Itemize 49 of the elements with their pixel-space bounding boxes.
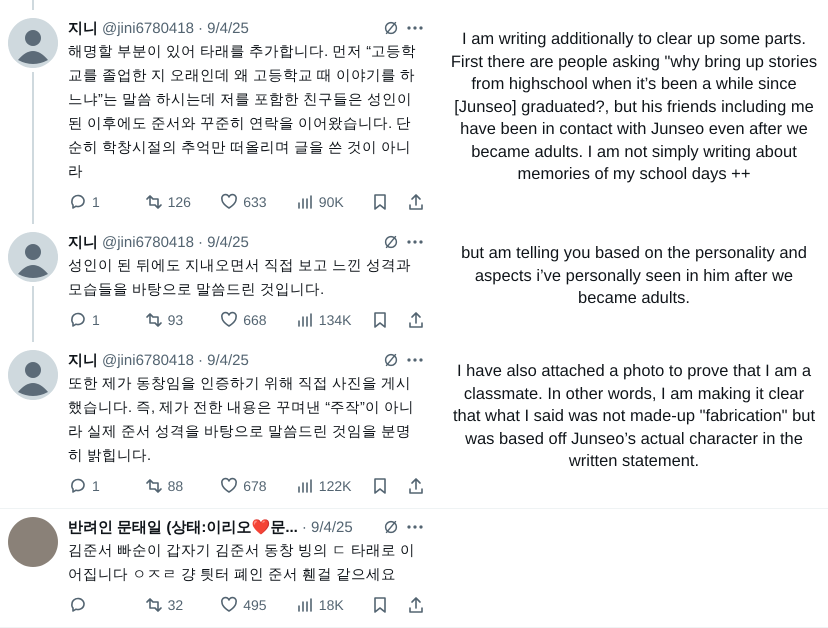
user-handle[interactable]: @jini6780418 xyxy=(102,234,194,250)
repost-icon[interactable] xyxy=(144,310,164,330)
like-count: 633 xyxy=(243,194,267,210)
view-count: 134K xyxy=(318,312,352,328)
avatar-photo-placeholder[interactable] xyxy=(8,517,58,567)
like-count: 668 xyxy=(243,312,267,328)
translation-text: I am writing additionally to clear up some parts. First there are people asking "why bring up stories from highschool when it’s been a while since [Junseo] graduated?, but his friends including me have been in contact with Junseo even after we became adults. I am not simply writing about memories of my school days ++ xyxy=(450,29,818,185)
heart-icon[interactable] xyxy=(219,595,240,615)
heart-icon[interactable] xyxy=(219,192,240,212)
post-text: 해명할 부분이 있어 타래를 추가합니다. 먼저 “고등학교를 졸업한 지 오래인데 왜 고등학교 때 이야기를 하느냐”는 말씀 하시는데 저를 포함한 친구들은 성인이 된 이후에도 준서와 꾸준히 연락을 이어왔습니다. 단순히 학창시절의 추억만 떠올리며 글을 쓴 것이 아니라 xyxy=(68,43,418,182)
like-count: 678 xyxy=(243,478,267,494)
user-name[interactable]: 지니 xyxy=(68,350,98,370)
repost-icon[interactable] xyxy=(144,476,164,496)
post-date: · 9/4/25 xyxy=(198,20,249,36)
post-text: 또한 제가 동창임을 인증하기 위해 직접 사진을 게시했습니다. 즉, 제가 전한 내용은 꾸며낸 “주작”이 아니라 실제 준서 성격을 바탕으로 말씀드린 것임을 분명히 밝힙니다. xyxy=(68,375,415,466)
repost-icon[interactable] xyxy=(144,595,164,615)
post-text: 김준서 빠순이 갑자기 김준서 동창 빙의 ㄷ 타래로 이어집니다 ㅇㅈㄹ 걍 틧터 폐인 준서 휀걸 같으세요 xyxy=(68,542,416,585)
post-date: · 9/4/25 xyxy=(302,518,353,536)
view-count: 90K xyxy=(318,194,344,210)
reply-count: 1 xyxy=(92,194,100,210)
repost-count: 126 xyxy=(168,194,191,210)
default-avatar-icon[interactable] xyxy=(8,350,58,400)
post-text: 성인이 된 뒤에도 지내오면서 직접 보고 느낀 성격과 모습들을 바탕으로 말씀드린 것입니다. xyxy=(68,257,412,300)
post-date: · 9/4/25 xyxy=(198,234,249,250)
heart-icon[interactable] xyxy=(219,476,240,496)
reply-icon[interactable] xyxy=(68,192,88,212)
reply-icon[interactable] xyxy=(68,476,88,496)
translation-text: I have also attached a photo to prove that I am a classmate. In other words, I am making it clear that what I said was not made-up "fabrication" but was based off Junseo’s actual character in the written statement. xyxy=(452,361,816,472)
reply-icon[interactable] xyxy=(68,595,88,615)
view-count: 18K xyxy=(318,597,344,613)
heart-icon[interactable] xyxy=(219,310,240,330)
default-avatar-icon[interactable] xyxy=(8,232,58,282)
translation-text: but am telling you based on the personality and aspects i’ve personally seen in him after we became adults. xyxy=(460,243,808,309)
reply-count: 1 xyxy=(92,312,100,328)
repost-count: 32 xyxy=(168,597,184,613)
repost-icon[interactable] xyxy=(144,192,164,212)
user-handle[interactable]: @jini6780418 xyxy=(102,352,194,368)
default-avatar-icon[interactable] xyxy=(8,18,58,68)
user-name[interactable]: 지니 xyxy=(68,18,98,38)
reply-icon[interactable] xyxy=(68,310,88,330)
user-name[interactable]: 반려인 문태일 (상태:이리오❤문... xyxy=(68,518,298,536)
view-count: 122K xyxy=(318,478,352,494)
post-date: · 9/4/25 xyxy=(198,352,249,368)
like-count: 495 xyxy=(243,597,267,613)
repost-count: 88 xyxy=(168,478,184,494)
repost-count: 93 xyxy=(168,312,184,328)
reply-count: 1 xyxy=(92,478,100,494)
user-name[interactable]: 지니 xyxy=(68,232,98,252)
user-handle[interactable]: @jini6780418 xyxy=(102,20,194,36)
